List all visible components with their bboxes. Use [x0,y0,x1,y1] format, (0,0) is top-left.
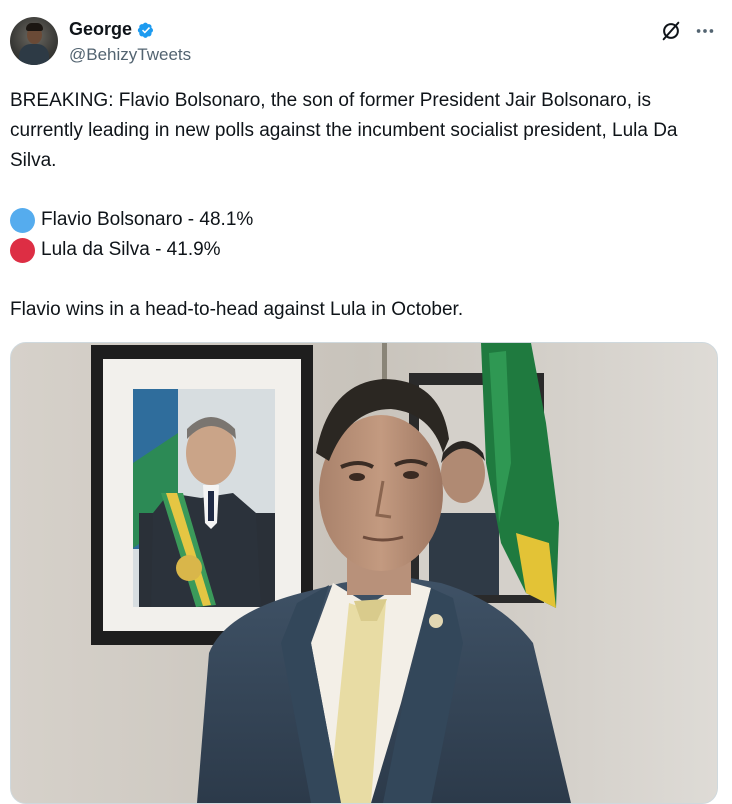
poll-label: Flavio Bolsonaro - 48.1% [41,209,254,230]
poll-label: Lula da Silva - 41.9% [41,239,221,260]
tweet-text-paragraph: Flavio wins in a head-to-head against Lu… [10,299,464,320]
tweet-photo[interactable] [10,342,718,804]
blue-circle-icon [10,207,35,233]
red-circle-icon [10,237,35,263]
tweet-text-paragraph: BREAKING: Flavio Bolsonaro, the son of f… [10,90,678,171]
avatar[interactable] [10,17,58,65]
poll-line-flavio: Flavio Bolsonaro - 48.1% [10,205,253,235]
photo-illustration [11,343,717,803]
poll-line-lula: Lula da Silva - 41.9% [10,235,221,265]
author-name-row: George [69,19,156,40]
author-name[interactable]: George [69,19,132,40]
author-handle[interactable]: @BehizyTweets [69,45,191,65]
grok-icon[interactable] [660,20,682,42]
verified-badge-icon [137,22,154,38]
more-options-icon[interactable] [694,20,716,42]
tweet-card: George @BehizyTweets BREAKING: Flavio Bo… [0,0,732,804]
